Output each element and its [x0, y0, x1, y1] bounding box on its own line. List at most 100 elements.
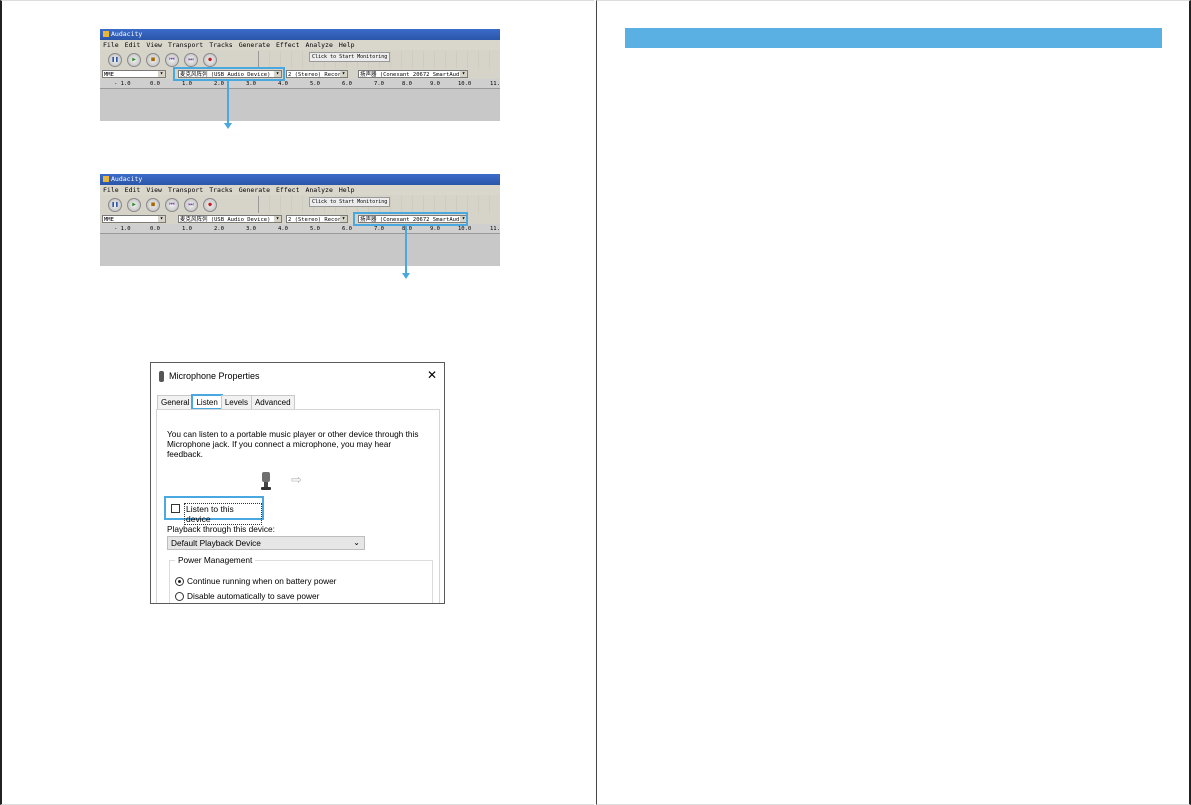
ruler-tick: 6.0: [342, 226, 352, 232]
microphone-device-icon: [261, 472, 271, 490]
ruler-tick: 11.: [490, 226, 500, 232]
recording-device-select[interactable]: 麦克风阵列 (USB Audio Device): [178, 215, 282, 223]
left-page: Audacity File Edit View Transport Tracks Gene…: [0, 0, 594, 805]
stop-icon[interactable]: ■: [146, 53, 160, 67]
playback-device-select[interactable]: 扬声器 (Conexant 20672 SmartAud: [358, 70, 468, 78]
ruler-tick: 6.0: [342, 81, 352, 87]
ruler-tick: - 1.0: [114, 226, 131, 232]
listen-description: You can listen to a portable music playe…: [167, 429, 419, 459]
ruler-tick: 3.0: [246, 226, 256, 232]
audacity-title: Audacity: [111, 30, 143, 38]
ruler-tick: 0.0: [150, 226, 160, 232]
tab-listen[interactable]: Listen: [191, 394, 223, 410]
menu-generate[interactable]: Generate: [239, 41, 270, 49]
radio-continue-label[interactable]: Continue running when on battery power: [187, 576, 336, 586]
channels-select[interactable]: 2 (Stereo) Recordin: [286, 215, 348, 223]
pause-icon[interactable]: ❚❚: [108, 53, 122, 67]
menu-tracks[interactable]: Tracks: [209, 186, 232, 194]
monitor-button[interactable]: Click to Start Monitoring: [309, 197, 391, 207]
menu-edit[interactable]: Edit: [125, 186, 141, 194]
tab-general[interactable]: General: [157, 395, 194, 409]
play-icon[interactable]: ▶: [127, 53, 141, 67]
host-select[interactable]: MME: [102, 70, 166, 78]
menu-view[interactable]: View: [146, 186, 162, 194]
dialog-titlebar: Microphone Properties ✕: [151, 363, 444, 391]
host-select[interactable]: MME: [102, 215, 166, 223]
pause-icon[interactable]: ❚❚: [108, 198, 122, 212]
stop-icon[interactable]: ■: [146, 198, 160, 212]
skip-start-icon[interactable]: ⏮: [165, 198, 179, 212]
ruler-tick: 2.0: [214, 226, 224, 232]
listen-checkbox-highlight: Listen to this device: [164, 496, 264, 525]
radio-disable-row[interactable]: Disable automatically to save power: [175, 591, 319, 601]
menu-analyze[interactable]: Analyze: [305, 41, 332, 49]
audacity-titlebar: Audacity: [100, 174, 500, 185]
close-icon[interactable]: ✕: [427, 368, 437, 382]
playback-device-dropdown[interactable]: Default Playback Device ⌄: [167, 536, 365, 550]
tab-advanced[interactable]: Advanced: [250, 395, 295, 409]
device-toolbar: MME 麦克风阵列 (USB Audio Device) 2 (Stereo) …: [100, 69, 500, 79]
audacity-screenshot-1: Audacity File Edit View Transport Tracks Gene…: [100, 29, 500, 121]
callout-line-1: [227, 81, 229, 123]
audacity-titlebar: Audacity: [100, 29, 500, 40]
section-header-bar: [625, 28, 1162, 48]
audacity-meter-toolbar: Click to Start Monitoring: [258, 196, 498, 213]
menu-help[interactable]: Help: [339, 41, 355, 49]
menu-file[interactable]: File: [103, 41, 119, 49]
audacity-menubar: File Edit View Transport Tracks Generate Effec…: [100, 185, 500, 195]
skip-end-icon[interactable]: ⏭: [184, 198, 198, 212]
dialog-tabs: General Listen Levels Advanced: [157, 394, 295, 410]
callout-line-2: [405, 225, 407, 273]
callout-arrow-1-icon: [224, 123, 232, 129]
skip-end-icon[interactable]: ⏭: [184, 53, 198, 67]
right-page: [596, 0, 1191, 805]
record-icon[interactable]: ●: [203, 198, 217, 212]
menu-effect[interactable]: Effect: [276, 186, 299, 194]
ruler-tick: 0.0: [150, 81, 160, 87]
menu-transport[interactable]: Transport: [168, 186, 203, 194]
audacity-toolbar: ❚❚ ▶ ■ ⏮ ⏭ ● Click to Start Monitoring: [100, 50, 500, 69]
ruler-tick: 10.0: [458, 81, 472, 87]
radio-disable-label[interactable]: Disable automatically to save power: [187, 591, 319, 601]
listen-checkbox[interactable]: [171, 504, 180, 513]
tab-levels[interactable]: Levels: [220, 395, 252, 409]
radio-disable[interactable]: [175, 592, 184, 601]
menu-view[interactable]: View: [146, 41, 162, 49]
ruler-tick: 1.0: [182, 226, 192, 232]
dialog-title: Microphone Properties: [169, 371, 260, 381]
arrow-right-icon: ⇨: [291, 472, 302, 487]
playback-through-label: Playback through this device:: [167, 524, 275, 534]
play-icon[interactable]: ▶: [127, 198, 141, 212]
monitor-button[interactable]: Click to Start Monitoring: [309, 52, 391, 62]
timeline-ruler[interactable]: - 1.0 0.0 1.0 2.0 3.0 4.0 5.0 6.0 7.0 8.…: [100, 79, 500, 89]
ruler-tick: 5.0: [310, 226, 320, 232]
ruler-tick: 9.0: [430, 81, 440, 87]
menu-transport[interactable]: Transport: [168, 41, 203, 49]
radio-continue-row[interactable]: Continue running when on battery power: [175, 576, 336, 586]
menu-generate[interactable]: Generate: [239, 186, 270, 194]
menu-analyze[interactable]: Analyze: [305, 186, 332, 194]
menu-effect[interactable]: Effect: [276, 41, 299, 49]
menu-tracks[interactable]: Tracks: [209, 41, 232, 49]
audacity-menubar: File Edit View Transport Tracks Generate Effec…: [100, 40, 500, 50]
channels-select[interactable]: 2 (Stereo) Recordin: [286, 70, 348, 78]
listen-panel: You can listen to a portable music playe…: [156, 409, 440, 603]
skip-start-icon[interactable]: ⏮: [165, 53, 179, 67]
playback-device-highlight: [353, 212, 468, 226]
power-management-title: Power Management: [175, 555, 256, 565]
menu-edit[interactable]: Edit: [125, 41, 141, 49]
audacity-app-icon: [103, 176, 109, 182]
ruler-tick: 8.0: [402, 81, 412, 87]
menu-file[interactable]: File: [103, 186, 119, 194]
record-icon[interactable]: ●: [203, 53, 217, 67]
playback-device-value: Default Playback Device: [171, 538, 261, 548]
microphone-properties-dialog: Microphone Properties ✕ General Listen Lev…: [150, 362, 445, 604]
audacity-meter-toolbar: Click to Start Monitoring: [258, 51, 498, 68]
radio-continue[interactable]: [175, 577, 184, 586]
listen-checkbox-label[interactable]: Listen to this device: [184, 503, 262, 525]
menu-help[interactable]: Help: [339, 186, 355, 194]
ruler-tick: 7.0: [374, 81, 384, 87]
audacity-app-icon: [103, 31, 109, 37]
chevron-down-icon: ⌄: [353, 538, 360, 547]
ruler-tick: - 1.0: [114, 81, 131, 87]
